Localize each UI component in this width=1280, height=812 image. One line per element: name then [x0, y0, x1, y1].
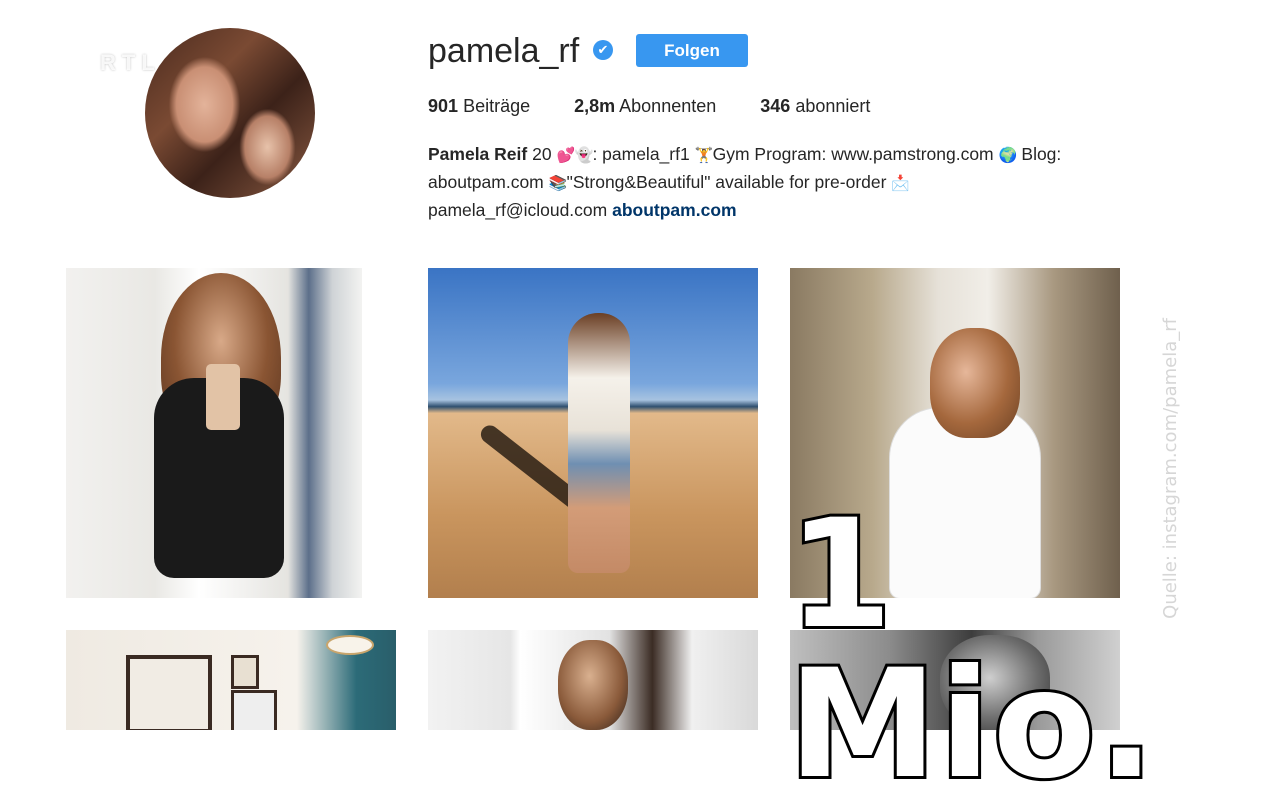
ghost-icon: 👻	[574, 147, 594, 164]
post-tile-4[interactable]	[66, 630, 396, 730]
bio-blog-label: Blog:	[1021, 144, 1062, 164]
post-photo-figure	[206, 364, 240, 430]
books-icon: 📚	[548, 175, 568, 192]
post-photo-figure	[326, 635, 374, 655]
post-photo-figure	[558, 640, 628, 730]
post-photo-figure	[568, 313, 630, 573]
gym-icon: 🏋	[694, 147, 714, 164]
tv-overlay-caption: 1 Mio.	[785, 488, 1158, 812]
post-tile-1[interactable]	[66, 268, 362, 598]
bio-full-name: Pamela Reif	[428, 144, 528, 164]
bio-email: pamela_rf@icloud.com	[428, 200, 608, 220]
hearts-icon: 💕	[556, 147, 576, 164]
post-photo-figure	[231, 655, 259, 689]
profile-avatar[interactable]	[145, 28, 315, 198]
post-photo-figure	[231, 690, 277, 730]
bio-age: 20	[532, 144, 552, 164]
bio-blog-url: aboutpam.com	[428, 172, 544, 192]
profile-username: pamela_rf	[428, 32, 580, 70]
post-photo-figure	[930, 328, 1020, 438]
bio-snapchat: : pamela_rf1	[592, 144, 690, 164]
post-tile-2[interactable]	[428, 268, 758, 598]
follow-button[interactable]: Folgen	[636, 34, 748, 67]
source-credit: Quelle: instagram.com/pamela_rf	[1160, 318, 1181, 619]
stat-followers[interactable]: 2,8m Abonnenten	[574, 96, 716, 117]
stat-following[interactable]: 346 abonniert	[760, 96, 870, 117]
profile-stats: 901 Beiträge 2,8m Abonnenten 346 abonnie…	[428, 96, 870, 117]
bio-website-link[interactable]: aboutpam.com	[612, 200, 736, 220]
profile-bio: Pamela Reif 20 💕👻: pamela_rf1 🏋Gym Progr…	[428, 141, 1148, 224]
bio-gym-program: Gym Program: www.pamstrong.com	[712, 144, 994, 164]
stat-posts[interactable]: 901 Beiträge	[428, 96, 530, 117]
post-photo-figure	[126, 655, 212, 730]
globe-icon: 🌍	[998, 147, 1018, 164]
bio-book: "Strong&Beautiful" available for pre-ord…	[566, 172, 887, 192]
post-tile-5[interactable]	[428, 630, 758, 730]
verified-badge-icon: ✔	[593, 40, 613, 60]
mail-icon: 📩	[891, 175, 911, 192]
